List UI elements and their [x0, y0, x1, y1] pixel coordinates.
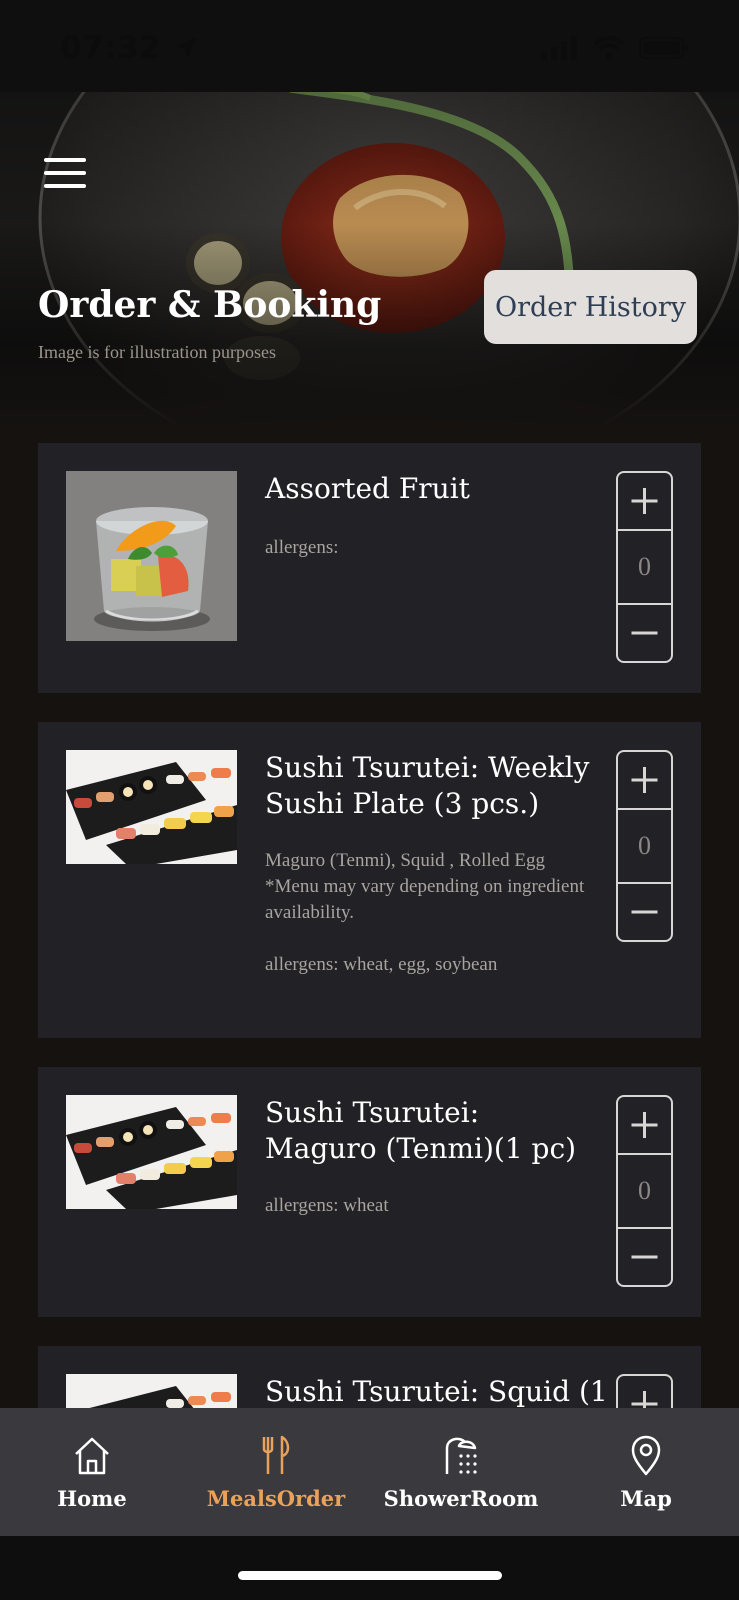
map-pin-icon	[631, 1435, 661, 1476]
fork-knife-icon	[262, 1435, 290, 1474]
plus-icon[interactable]	[618, 1376, 671, 1408]
tab-map[interactable]: Map	[554, 1408, 738, 1536]
item-name: Assorted Fruit	[265, 472, 470, 505]
menu-item-list[interactable]: Assorted Fruit allergens: 0 Sushi Tsurut…	[0, 370, 739, 1408]
plus-icon[interactable]	[618, 1097, 671, 1153]
quantity-stepper	[616, 1374, 673, 1408]
status-time: 07:32	[60, 30, 198, 66]
bottom-tab-bar: Home MealsOrder ShowerRoom Map	[0, 1408, 739, 1536]
hamburger-menu-icon[interactable]	[44, 158, 88, 192]
plus-icon[interactable]	[618, 752, 671, 808]
cellular-signal-icon	[541, 36, 577, 60]
item-name: Sushi Tsurutei: Squid (1	[265, 1375, 608, 1408]
menu-item-card: Sushi Tsurutei: Maguro (Tenmi)(1 pc) all…	[38, 1067, 701, 1317]
quantity-value: 0	[638, 552, 651, 581]
quantity-stepper: 0	[616, 750, 673, 942]
quantity-stepper: 0	[616, 471, 673, 663]
status-time-text: 07:32	[60, 30, 162, 66]
menu-item-card: Assorted Fruit allergens: 0	[38, 443, 701, 693]
home-indicator[interactable]	[238, 1571, 502, 1580]
quantity-value: 0	[638, 1176, 651, 1205]
minus-icon[interactable]	[618, 1229, 671, 1285]
plus-icon[interactable]	[618, 473, 671, 529]
item-name: Sushi Tsurutei: Weekly Sushi Plate (3 pc…	[265, 751, 590, 820]
hero-overlay	[0, 88, 739, 428]
food-image	[66, 1095, 237, 1209]
location-arrow-icon	[176, 38, 197, 58]
tab-label: Home	[57, 1486, 127, 1511]
item-description: Maguro (Tenmi), Squid , Rolled Egg *Menu…	[265, 850, 585, 975]
home-indicator-area	[0, 1536, 739, 1600]
shower-icon	[445, 1437, 477, 1474]
food-image	[66, 471, 237, 641]
image-disclaimer: Image is for illustration purposes	[38, 342, 276, 362]
menu-item-card: Sushi Tsurutei: Weekly Sushi Plate (3 pc…	[38, 722, 701, 1038]
page-title: Order & Booking	[38, 284, 382, 326]
tab-shower-room[interactable]: ShowerRoom	[369, 1408, 553, 1536]
home-icon	[75, 1437, 109, 1475]
tab-label: MealsOrder	[206, 1486, 346, 1511]
battery-icon	[639, 37, 688, 59]
tab-label: ShowerRoom	[383, 1486, 539, 1511]
item-description: allergens: wheat	[265, 1195, 389, 1216]
item-name: Sushi Tsurutei: Maguro (Tenmi)(1 pc)	[265, 1096, 577, 1165]
tab-label: Map	[620, 1486, 672, 1511]
status-bar: 07:32	[0, 0, 739, 92]
tab-home[interactable]: Home	[0, 1408, 184, 1536]
wifi-icon	[593, 36, 625, 60]
minus-icon[interactable]	[618, 884, 671, 940]
hero-banner: Order & Booking Image is for illustratio…	[0, 88, 739, 428]
food-image	[66, 750, 237, 864]
order-history-button[interactable]: Order History	[484, 270, 697, 344]
tab-meals-order[interactable]: MealsOrder	[184, 1408, 368, 1536]
item-description: allergens:	[265, 537, 339, 558]
minus-icon[interactable]	[618, 605, 671, 661]
quantity-value: 0	[638, 831, 651, 860]
status-indicators	[541, 36, 689, 60]
quantity-stepper: 0	[616, 1095, 673, 1287]
food-image	[66, 1374, 237, 1408]
menu-item-card: Sushi Tsurutei: Squid (1	[38, 1346, 701, 1408]
